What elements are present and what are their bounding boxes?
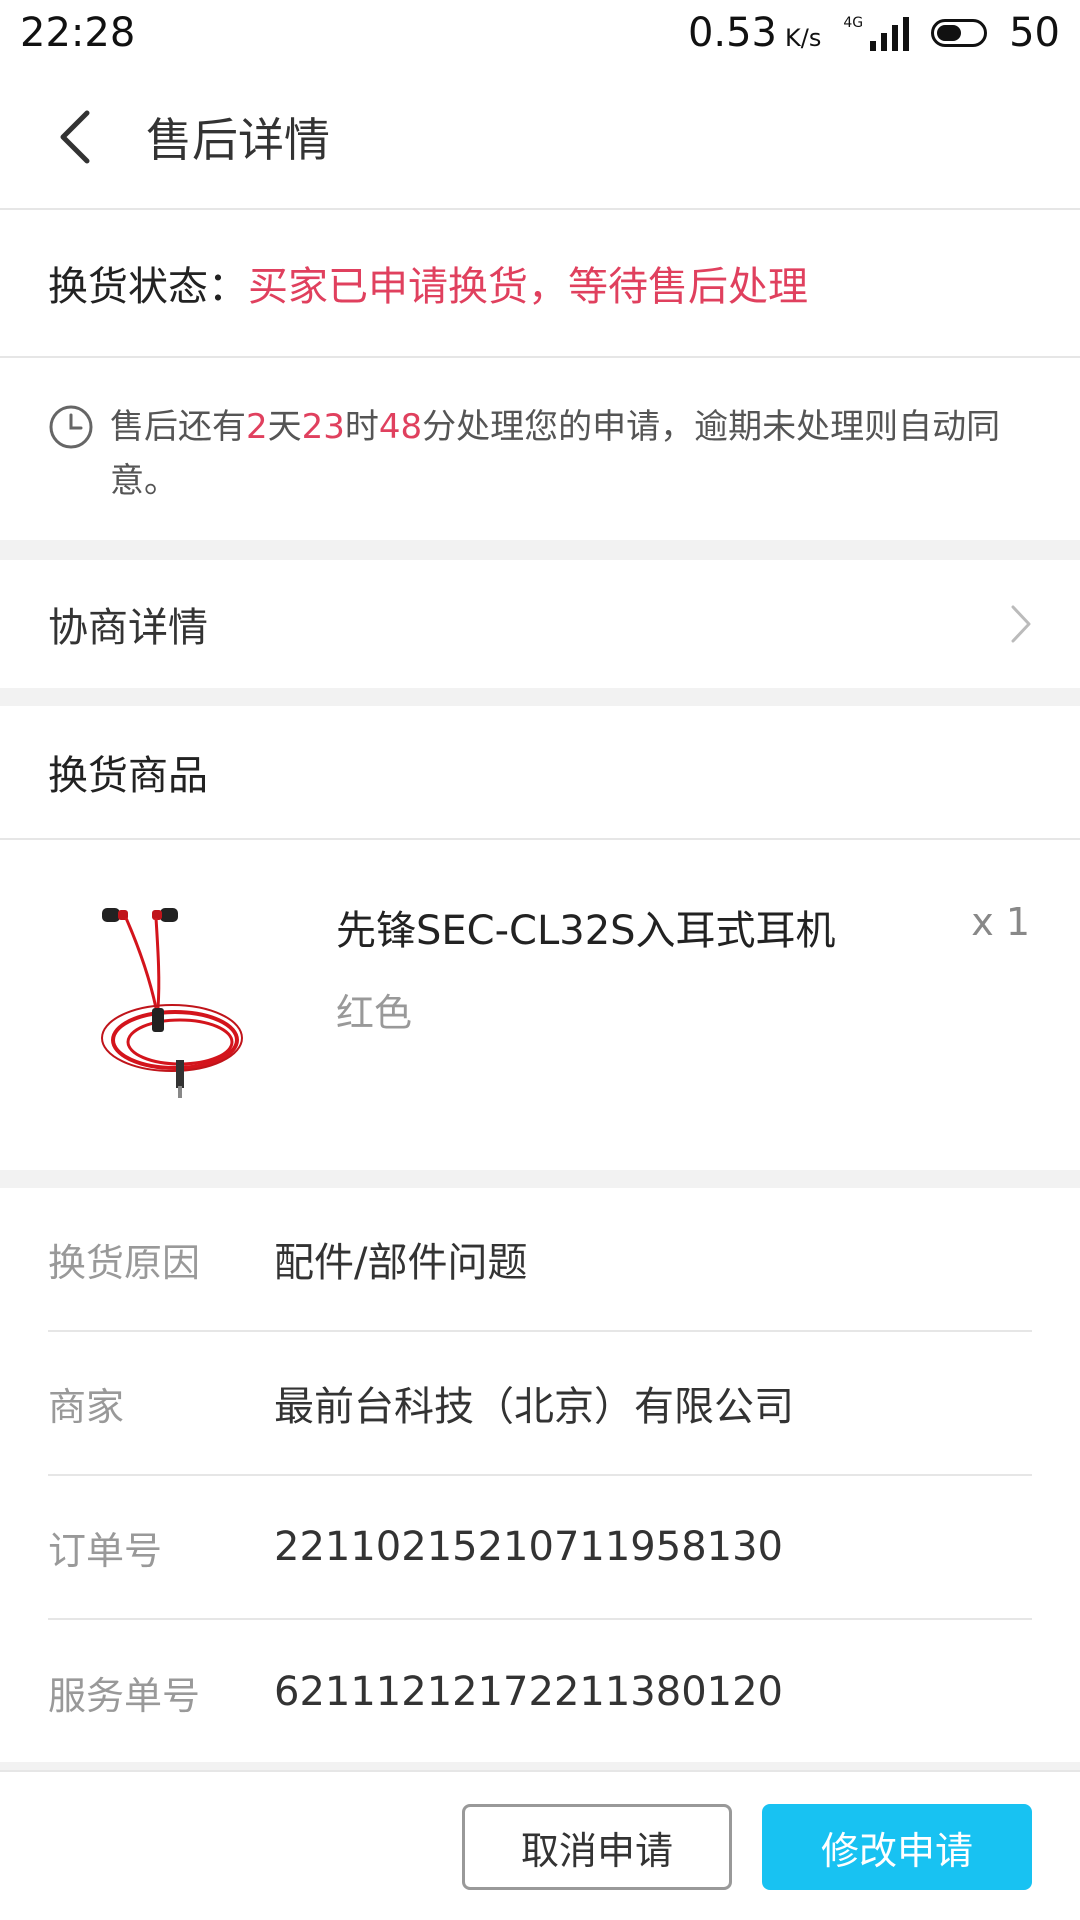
order-number-row: 订单号 2211021521071195813​0 (48, 1476, 1032, 1620)
order-number-value: 2211021521071195813​0 (274, 1524, 783, 1570)
exchange-status-label: 换货状态： (48, 264, 248, 310)
countdown-notice: 售后还有2天23时48分处理您的申请，逾期未处理则自动同意。 (0, 358, 1080, 540)
product-name: 先锋SEC-CL32S入耳式耳机 (336, 908, 836, 954)
status-time: 22:28 (20, 10, 136, 56)
order-number-label: 订单号 (48, 1528, 163, 1573)
page-title: 售后详情 (146, 113, 330, 167)
battery-icon (931, 19, 988, 47)
notice-text-3: 时 (344, 407, 379, 447)
status-bar: 22:28 0.53 K/s 4G 50 (0, 0, 1080, 66)
product-spec: 红色 (336, 991, 413, 1035)
signal-icon: 4G (843, 15, 910, 51)
countdown-days: 2 (246, 407, 268, 447)
exchange-reason-row: 换货原因 配件/部件问题 (48, 1188, 1032, 1332)
bottom-action-bar: 取消申请 修改申请 (0, 1770, 1080, 1920)
back-button[interactable] (44, 107, 104, 167)
notice-text-2: 天 (267, 407, 302, 447)
service-number-value: 621112121722113801​20 (274, 1669, 783, 1715)
status-indicators: 0.53 K/s 4G 50 (688, 10, 1060, 56)
service-number-label: 服务单号 (48, 1673, 201, 1718)
exchange-reason-value: 配件/部件问题 (274, 1240, 528, 1286)
clock-icon (49, 405, 93, 449)
negotiation-details-row[interactable]: 协商详情 (0, 560, 1080, 688)
merchant-label: 商家 (48, 1384, 125, 1429)
negotiation-details-label: 协商详情 (48, 605, 208, 651)
merchant-value: 最前台科技（北京）有限公司 (274, 1384, 794, 1430)
exchange-status-row: 换货状态： 买家已申请换货，等待售后处理 (0, 210, 1080, 358)
notice-text-1: 售后还有 (110, 407, 246, 447)
countdown-hours: 23 (301, 407, 345, 447)
countdown-minutes: 48 (378, 407, 423, 447)
network-type: 4G (843, 15, 864, 31)
countdown-text: 售后还有2天23时48分处理您的申请，逾期未处理则自动同意。 (110, 400, 1020, 540)
exchange-goods-title: 换货商品 (0, 706, 1080, 840)
exchange-status-value: 买家已申请换货，等待售后处理 (248, 264, 808, 310)
chevron-left-icon (60, 110, 90, 164)
section-divider (0, 1762, 1080, 1770)
section-divider (0, 540, 1080, 560)
battery-level: 50 (1009, 10, 1060, 56)
product-quantity: x 1 (971, 900, 1030, 944)
exchange-reason-label: 换货原因 (48, 1240, 201, 1285)
section-divider (0, 688, 1080, 706)
merchant-row: 商家 最前台科技（北京）有限公司 (48, 1332, 1032, 1476)
section-divider (0, 1170, 1080, 1188)
network-speed-unit: K/s (785, 24, 822, 52)
chevron-right-icon (1011, 605, 1031, 643)
cancel-application-button[interactable]: 取消申请 (462, 1804, 732, 1890)
earphone-product-image (101, 908, 243, 1098)
network-speed: 0.53 K/s (688, 10, 821, 56)
network-speed-value: 0.53 (687, 10, 777, 56)
page-header: 售后详情 (0, 66, 1080, 210)
service-number-row: 服务单号 621112121722113801​20 (48, 1620, 1032, 1764)
modify-application-button[interactable]: 修改申请 (762, 1804, 1032, 1890)
product-item[interactable]: 先锋SEC-CL32S入耳式耳机 x 1 红色 (0, 840, 1080, 1170)
